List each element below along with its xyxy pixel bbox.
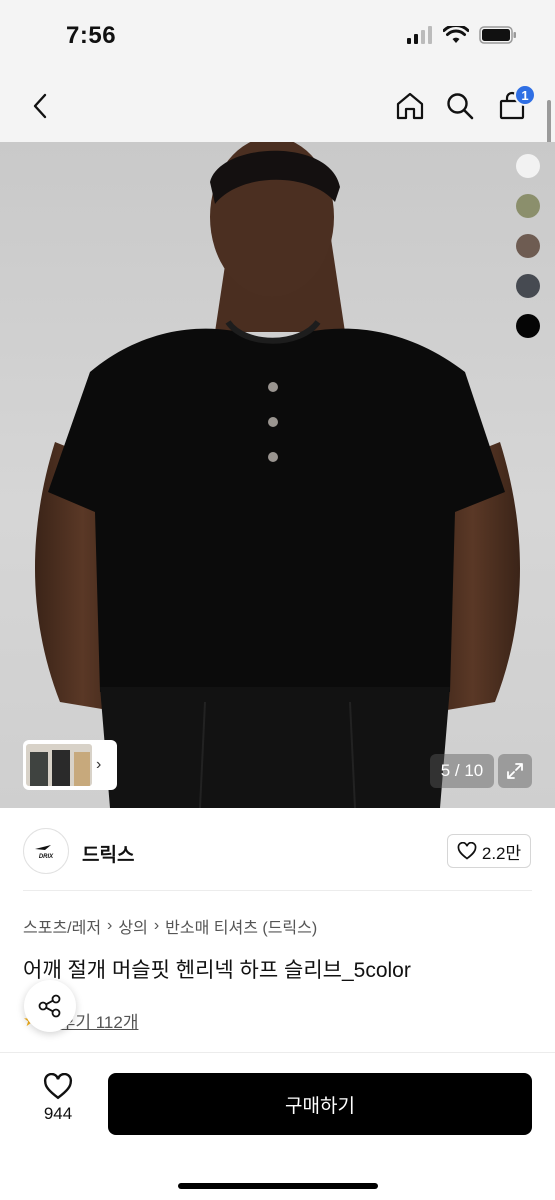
share-button[interactable] (24, 980, 76, 1032)
battery-icon (479, 26, 516, 44)
heart-icon (457, 842, 477, 860)
share-icon (38, 994, 61, 1018)
color-swatches (516, 154, 540, 338)
buy-button[interactable]: 구매하기 (108, 1073, 532, 1135)
product-image-gallery[interactable]: › 5 / 10 (0, 142, 555, 808)
wishlist-count: 944 (43, 1104, 73, 1123)
search-button[interactable] (440, 86, 480, 126)
cart-button[interactable]: 1 (492, 84, 536, 126)
product-photo (35, 142, 520, 808)
thumbnail-image (26, 744, 92, 786)
breadcrumb-item[interactable]: 스포츠/레저 (23, 914, 101, 938)
swatch-olive[interactable] (516, 194, 540, 218)
signal-icon (407, 26, 432, 44)
brand-name[interactable]: 드릭스 (82, 840, 134, 867)
thumbnail-strip[interactable]: › (23, 740, 117, 790)
swatch-white[interactable] (516, 154, 540, 178)
image-counter: 5 / 10 (430, 754, 494, 788)
cart-count-badge: 1 (514, 84, 536, 106)
wifi-icon (443, 26, 469, 43)
svg-text:DRIX: DRIX (39, 854, 54, 860)
wishlist-button[interactable]: 944 (30, 1073, 86, 1131)
brand-logo-mark: DRIX (35, 845, 54, 860)
breadcrumb: 스포츠/레저 › 상의 › 반소매 티셔츠 (드릭스) (23, 914, 317, 938)
chevron-left-icon (33, 93, 47, 119)
back-button[interactable] (20, 86, 60, 126)
home-button[interactable] (390, 86, 430, 126)
chevron-right-icon: › (107, 917, 113, 934)
breadcrumb-item[interactable]: 반소매 티셔츠 (드릭스) (165, 914, 317, 938)
chevron-right-icon: › (96, 756, 102, 773)
home-indicator (178, 1183, 378, 1189)
chevron-right-icon: › (153, 917, 160, 934)
expand-icon (507, 763, 523, 779)
brand-like-count: 2.2만 (481, 843, 522, 863)
bottom-purchase-bar: 944 구매하기 (0, 1052, 555, 1200)
breadcrumb-item[interactable]: 상의 (118, 914, 147, 938)
expand-button[interactable] (498, 754, 532, 788)
swatch-black[interactable] (516, 314, 540, 338)
status-bar: 7:56 (0, 0, 555, 70)
swatch-charcoal[interactable] (516, 274, 540, 298)
brand-logo[interactable]: DRIX (23, 828, 69, 874)
brand-like-button[interactable]: 2.2만 (447, 834, 531, 868)
search-icon (447, 93, 474, 120)
top-nav: 1 (0, 70, 555, 142)
heart-icon (43, 1073, 73, 1100)
status-time: 7:56 (66, 22, 117, 49)
home-icon (396, 92, 424, 120)
divider (23, 890, 532, 891)
product-title: 어깨 절개 머슬핏 헨리넥 하프 슬리브_5color (23, 959, 411, 982)
brand-row: DRIX 드릭스 2.2만 (0, 808, 555, 894)
status-icons (407, 26, 517, 44)
swatch-brown[interactable] (516, 234, 540, 258)
